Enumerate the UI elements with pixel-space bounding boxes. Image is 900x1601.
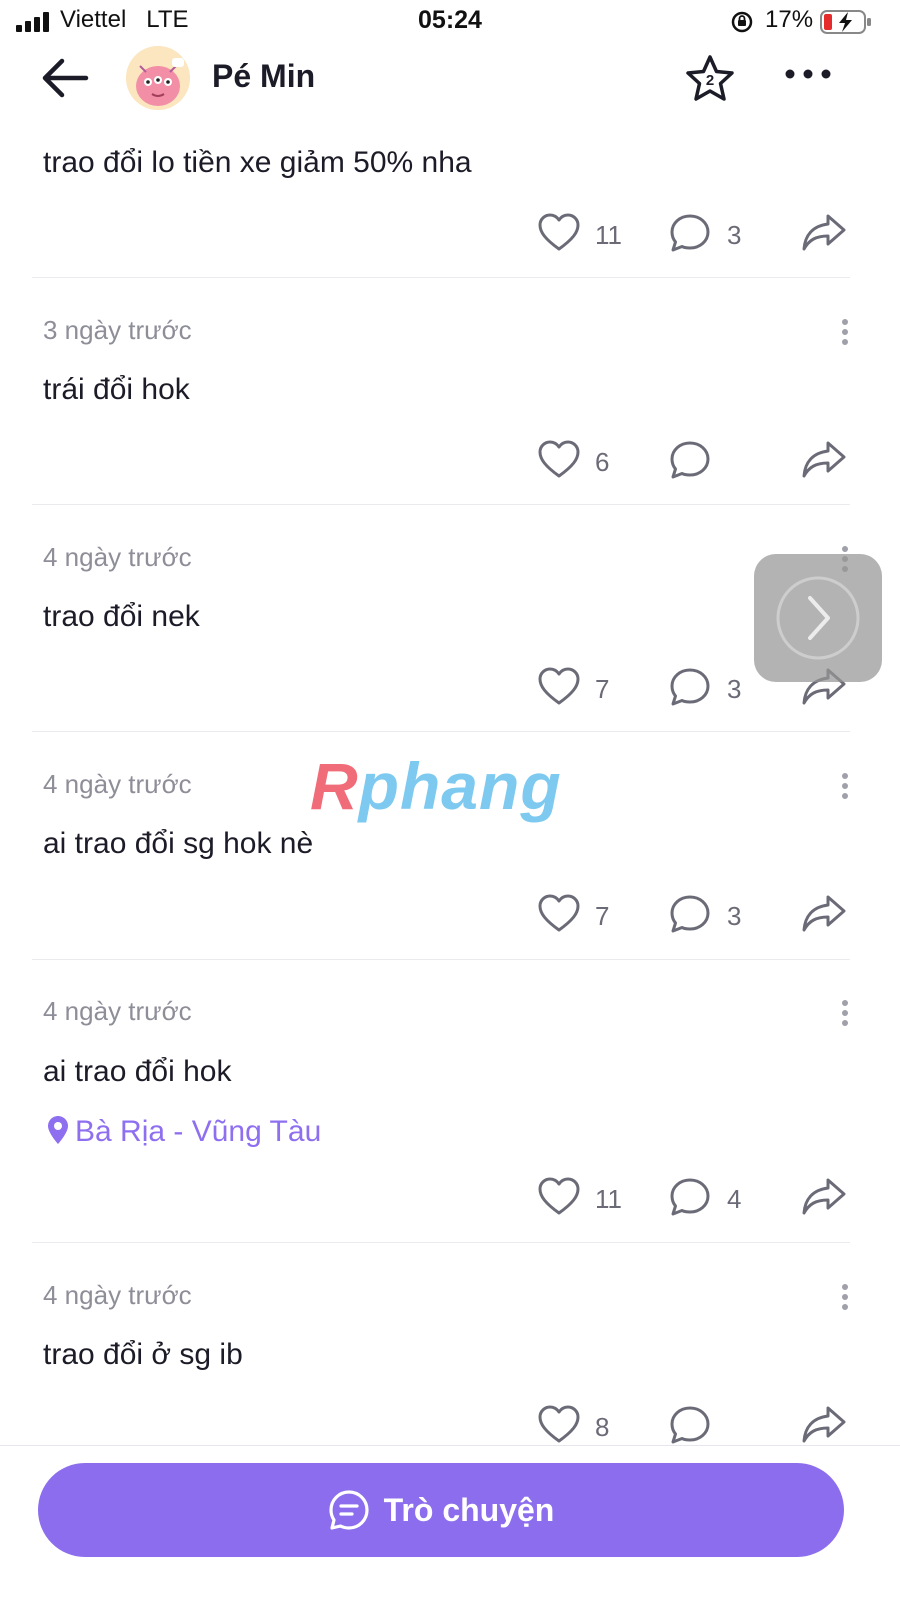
post-text: ai trao đổi hok	[43, 1055, 232, 1088]
post-actions: 6	[537, 439, 857, 483]
star-badge-count: 2	[706, 72, 714, 89]
share-button[interactable]	[800, 212, 848, 256]
share-icon	[802, 1178, 846, 1215]
comment-count: 3	[727, 674, 742, 704]
profile-header: Pé Min 2	[0, 44, 900, 120]
comment-icon	[670, 668, 710, 706]
like-button[interactable]: 11	[537, 212, 622, 256]
like-count: 7	[595, 674, 610, 704]
status-bar: Viettel LTE 05:24 17%	[0, 0, 900, 44]
post-date: 4 ngày trước	[43, 542, 192, 572]
post-item: trao đổi lo tiền xe giảm 50% nha 11 3	[32, 120, 850, 278]
like-count: 8	[595, 1412, 610, 1442]
like-count: 11	[595, 220, 622, 250]
share-button[interactable]	[800, 439, 848, 483]
share-button[interactable]	[800, 1404, 848, 1445]
bottom-bar: Trò chuyện	[0, 1445, 900, 1601]
like-count: 11	[595, 1184, 622, 1214]
post-date: 3 ngày trước	[43, 315, 192, 345]
heart-icon	[538, 1177, 580, 1215]
like-button[interactable]: 7	[537, 893, 617, 937]
watermark-logo: Rphang	[310, 749, 562, 823]
comment-button[interactable]: 3	[668, 212, 758, 256]
comment-count: 4	[727, 1184, 742, 1214]
post-menu-icon[interactable]	[842, 319, 850, 349]
comment-button[interactable]	[668, 439, 758, 483]
comment-icon	[670, 441, 710, 479]
post-actions: 8	[537, 1404, 857, 1445]
chat-button[interactable]: Trò chuyện	[38, 1463, 844, 1557]
chat-button-label: Trò chuyện	[383, 1492, 555, 1528]
like-count: 6	[595, 447, 610, 477]
like-count: 7	[595, 901, 610, 931]
comment-count: 3	[727, 901, 742, 931]
like-button[interactable]: 8	[537, 1404, 617, 1445]
star-badge-icon[interactable]: 2	[684, 54, 736, 104]
post-item: 4 ngày trước ai trao đổi hok Bà Rịa - Vũ…	[32, 959, 850, 1243]
comment-count: 3	[727, 220, 742, 250]
comment-icon	[670, 1406, 710, 1444]
share-button[interactable]	[800, 893, 848, 937]
share-icon	[802, 895, 846, 932]
post-text: trái đổi hok	[43, 373, 190, 406]
chevron-right-icon	[776, 576, 860, 660]
monster-avatar-icon	[126, 46, 190, 110]
comment-button[interactable]: 3	[668, 666, 758, 710]
post-item: 4 ngày trước trao đổi ở sg ib 8	[32, 1242, 850, 1445]
post-location[interactable]: Bà Rịa - Vũng Tàu	[47, 1115, 321, 1149]
profile-name: Pé Min	[212, 58, 316, 94]
post-text: trao đổi nek	[43, 600, 200, 633]
chat-bubble-icon	[329, 1490, 369, 1530]
like-button[interactable]: 11	[537, 1176, 622, 1220]
heart-icon	[538, 894, 580, 932]
share-icon	[802, 441, 846, 478]
post-text: trao đổi ở sg ib	[43, 1338, 243, 1371]
heart-icon	[538, 1405, 580, 1443]
post-actions: 11 3	[537, 212, 857, 256]
post-text: trao đổi lo tiền xe giảm 50% nha	[43, 146, 472, 179]
comment-button[interactable]: 3	[668, 893, 758, 937]
comment-button[interactable]: 4	[668, 1176, 758, 1220]
share-icon	[802, 214, 846, 251]
floating-next-button[interactable]	[754, 554, 882, 682]
location-pin-icon	[48, 1116, 68, 1144]
like-button[interactable]: 6	[537, 439, 617, 483]
share-button[interactable]	[800, 1176, 848, 1220]
comment-icon	[670, 214, 710, 252]
comment-icon	[670, 895, 710, 933]
battery-icon	[820, 10, 871, 34]
avatar[interactable]	[126, 46, 190, 110]
battery-percent: 17%	[765, 6, 814, 33]
post-date: 4 ngày trước	[43, 1280, 192, 1310]
post-menu-icon[interactable]	[842, 1284, 850, 1314]
heart-icon	[538, 213, 580, 251]
post-text: ai trao đổi sg hok nè	[43, 827, 314, 860]
location-label: Bà Rịa - Vũng Tàu	[75, 1115, 322, 1148]
post-actions: 11 4	[537, 1176, 857, 1220]
comment-button[interactable]	[668, 1404, 758, 1445]
back-arrow-icon[interactable]	[38, 56, 90, 100]
share-icon	[802, 1406, 846, 1443]
heart-icon	[538, 667, 580, 705]
heart-icon	[538, 440, 580, 478]
post-date: 4 ngày trước	[43, 996, 192, 1026]
like-button[interactable]: 7	[537, 666, 617, 710]
post-menu-icon[interactable]	[842, 773, 850, 803]
more-options-icon[interactable]	[784, 68, 832, 80]
comment-icon	[670, 1178, 710, 1216]
post-date: 4 ngày trước	[43, 769, 192, 799]
rotation-lock-icon	[731, 11, 753, 33]
post-item: 3 ngày trước trái đổi hok 6	[32, 277, 850, 505]
post-menu-icon[interactable]	[842, 1000, 850, 1030]
post-item: 4 ngày trước trao đổi nek 7 3	[32, 504, 850, 732]
post-actions: 7 3	[537, 893, 857, 937]
